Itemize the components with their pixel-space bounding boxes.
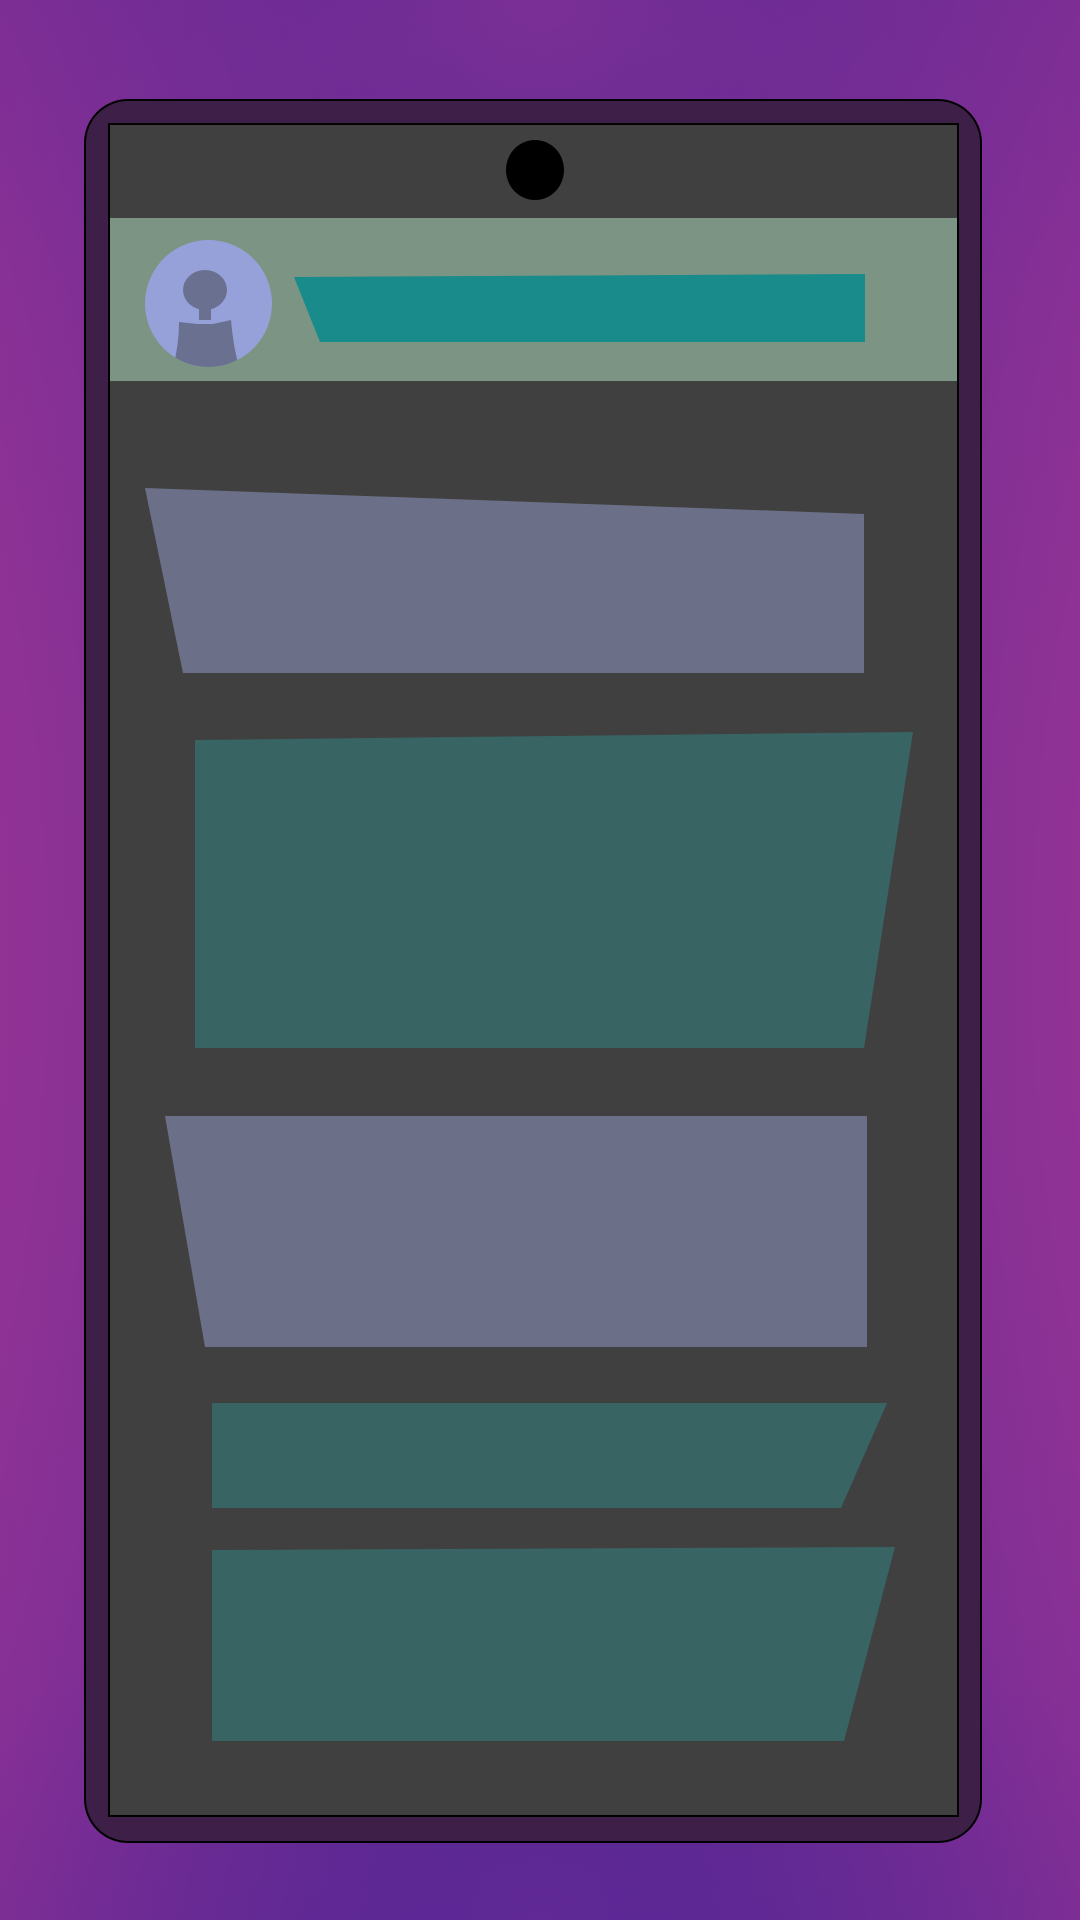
message-bubble-outgoing[interactable] [212,1547,896,1742]
message-bubble-outgoing[interactable] [212,1403,888,1509]
contact-name-bar [294,274,865,342]
contact-avatar[interactable] [145,240,272,367]
front-camera [506,140,564,200]
person-silhouette-icon [173,270,239,367]
chat-header [110,218,957,381]
message-bubble-outgoing[interactable] [195,732,914,1049]
message-bubble-incoming[interactable] [145,488,865,674]
message-bubble-incoming[interactable] [165,1116,868,1348]
phone-screen [108,123,959,1817]
app-background: { "theme": { "frame": "#3e1f47", "screen… [0,0,1080,1920]
